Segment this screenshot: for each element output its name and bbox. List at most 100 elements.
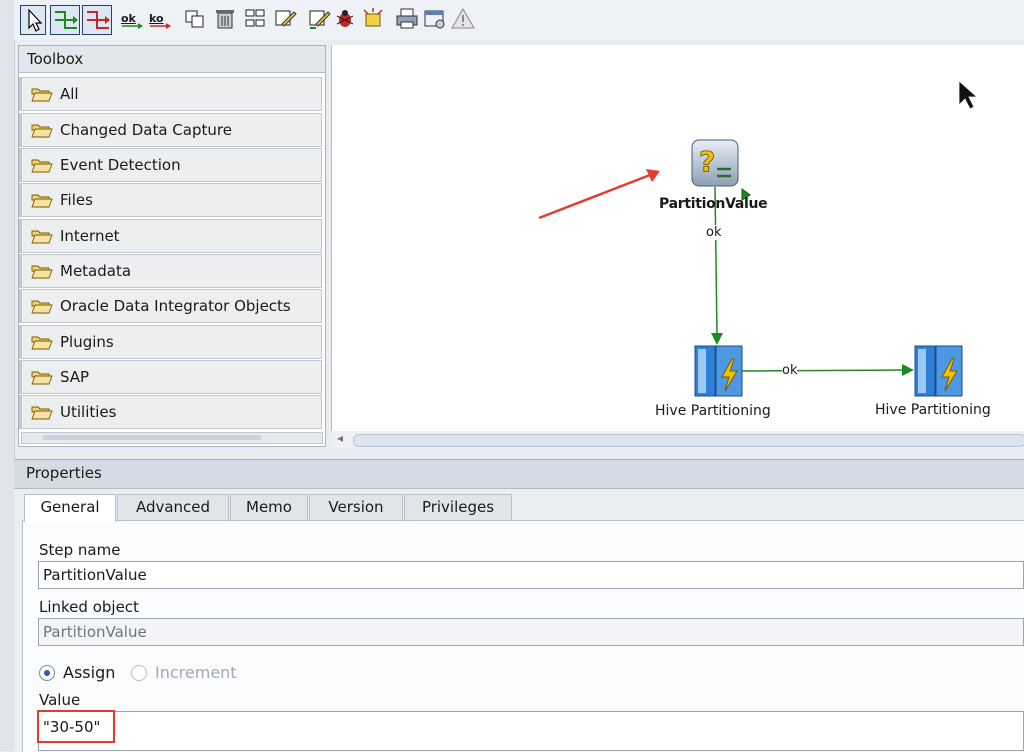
red-arrow-icon [150, 23, 171, 29]
link-hive-to-hive[interactable] [741, 364, 914, 376]
properties-title: Properties [26, 464, 102, 482]
edit-step-button[interactable] [272, 6, 298, 32]
toolbox-category-files[interactable]: Files [19, 183, 322, 217]
canvas-scroll-thumb[interactable] [353, 434, 1024, 447]
folder-open-icon [31, 159, 53, 173]
pointer-icon [28, 8, 43, 32]
toolbox-title: Toolbox [27, 50, 84, 68]
select-tool-button[interactable] [20, 5, 46, 35]
green-link-icon [55, 11, 78, 29]
folder-open-icon [31, 336, 53, 350]
link-label: ok [782, 363, 798, 378]
edit-pencil-icon [275, 10, 297, 27]
left-edge-panel [0, 0, 15, 751]
sparkle-icon [363, 8, 383, 27]
node-label-partitionvalue: PartitionValue [659, 196, 768, 212]
folder-open-icon [31, 406, 53, 420]
print-button[interactable] [394, 6, 420, 32]
variable-icon: ? [691, 139, 739, 187]
red-link-icon [87, 11, 110, 29]
layout-button[interactable] [242, 6, 268, 32]
toolbox-category-utilities[interactable]: Utilities [19, 395, 322, 429]
run-button[interactable] [306, 6, 332, 32]
duplicate-icon [185, 10, 204, 28]
package-diagram-canvas[interactable]: ok ok ? PartitionValue Hive Partitioning… [331, 45, 1024, 449]
toolbox-scrollbar[interactable] [21, 432, 323, 444]
assign-radio-label[interactable]: Assign [63, 663, 115, 682]
tab-memo[interactable]: Memo [230, 494, 308, 521]
ko-link-tool-button[interactable] [82, 5, 112, 35]
radio-selected-dot [44, 670, 50, 676]
printer-icon [396, 8, 418, 29]
toolbox-category-label: Plugins [60, 333, 114, 351]
toolbox-category-all[interactable]: All [19, 77, 322, 111]
toolbox-category-changed-data-capture[interactable]: Changed Data Capture [19, 113, 322, 147]
toolbox-category-plugins[interactable]: Plugins [19, 325, 322, 359]
toolbox-category-label: Event Detection [60, 156, 181, 174]
mouse-cursor-icon [958, 80, 979, 110]
toolbox-category-internet[interactable]: Internet [19, 219, 322, 253]
step-name-input[interactable]: PartitionValue [38, 561, 1024, 589]
increment-radio-label[interactable]: Increment [155, 663, 237, 682]
link-label: ok [706, 225, 722, 240]
folder-open-icon [31, 265, 53, 279]
increment-radio[interactable] [131, 665, 147, 681]
toolbox-panel: Toolbox All Changed Data Capture Event Det… [18, 45, 326, 447]
step-name-label: Step name [39, 541, 121, 559]
red-annotation-arrow [538, 169, 660, 220]
toolbox-header: Toolbox [19, 46, 325, 73]
toolbox-scroll-thumb[interactable] [42, 435, 262, 440]
tab-version[interactable]: Version [309, 494, 403, 521]
node-label-hive-partitioning-1: Hive Partitioning [655, 403, 771, 419]
step-node-partitionvalue[interactable]: ? [691, 139, 739, 187]
assign-radio[interactable] [39, 665, 55, 681]
value-label: Value [39, 691, 81, 709]
properties-button[interactable] [422, 6, 448, 32]
tab-advanced[interactable]: Advanced [117, 494, 229, 521]
toolbox-category-sap[interactable]: SAP [19, 360, 322, 394]
canvas-horizontal-scrollbar[interactable]: ◂ [331, 431, 1024, 449]
linked-object-label: Linked object [39, 598, 139, 616]
toolbox-category-label: Internet [60, 227, 120, 245]
ko-button[interactable]: ko [148, 6, 174, 32]
toolbox-category-metadata[interactable]: Metadata [19, 254, 322, 288]
delete-button[interactable] [212, 6, 238, 32]
folder-open-icon [31, 300, 53, 314]
duplicate-button[interactable] [182, 6, 208, 32]
value-input[interactable]: "30-50" [38, 711, 1024, 751]
layout-grid-icon [245, 9, 265, 27]
warning-triangle-icon [451, 8, 475, 29]
toolbox-category-label: Utilities [60, 403, 117, 421]
procedure-icon [914, 345, 963, 397]
node-label-hive-partitioning-2: Hive Partitioning [875, 402, 991, 418]
ok-button[interactable]: ok [120, 6, 146, 32]
folder-open-icon [31, 371, 53, 385]
toolbox-category-label: Metadata [60, 262, 132, 280]
folder-open-icon [31, 88, 53, 102]
step-node-hive-partitioning-2[interactable] [914, 345, 964, 397]
tab-general[interactable]: General [24, 494, 116, 522]
highlight-button[interactable] [360, 6, 386, 32]
step-node-hive-partitioning-1[interactable] [694, 345, 744, 397]
toolbox-category-label: Files [60, 191, 93, 209]
svg-text:?: ? [699, 145, 715, 178]
toolbox-category-oracle-data-integrator-objects[interactable]: Oracle Data Integrator Objects [19, 289, 322, 323]
validate-button[interactable] [450, 6, 476, 32]
bug-icon [336, 10, 354, 27]
run-pencil-icon [309, 10, 331, 29]
folder-open-icon [31, 230, 53, 244]
ok-link-tool-button[interactable] [50, 5, 80, 35]
debug-button[interactable] [332, 6, 358, 32]
linked-object-field: PartitionValue [38, 618, 1024, 646]
folder-open-icon [31, 124, 53, 138]
window-settings-icon [424, 10, 445, 29]
toolbox-category-label: Oracle Data Integrator Objects [60, 297, 291, 315]
tab-privileges[interactable]: Privileges [404, 494, 512, 521]
toolbox-category-event-detection[interactable]: Event Detection [19, 148, 322, 182]
procedure-icon [694, 345, 743, 397]
scroll-left-arrow-icon[interactable]: ◂ [337, 431, 343, 445]
green-arrow-icon [122, 23, 143, 29]
trash-icon [216, 10, 234, 29]
toolbox-category-label: Changed Data Capture [60, 121, 232, 139]
red-highlight-box [37, 710, 115, 743]
